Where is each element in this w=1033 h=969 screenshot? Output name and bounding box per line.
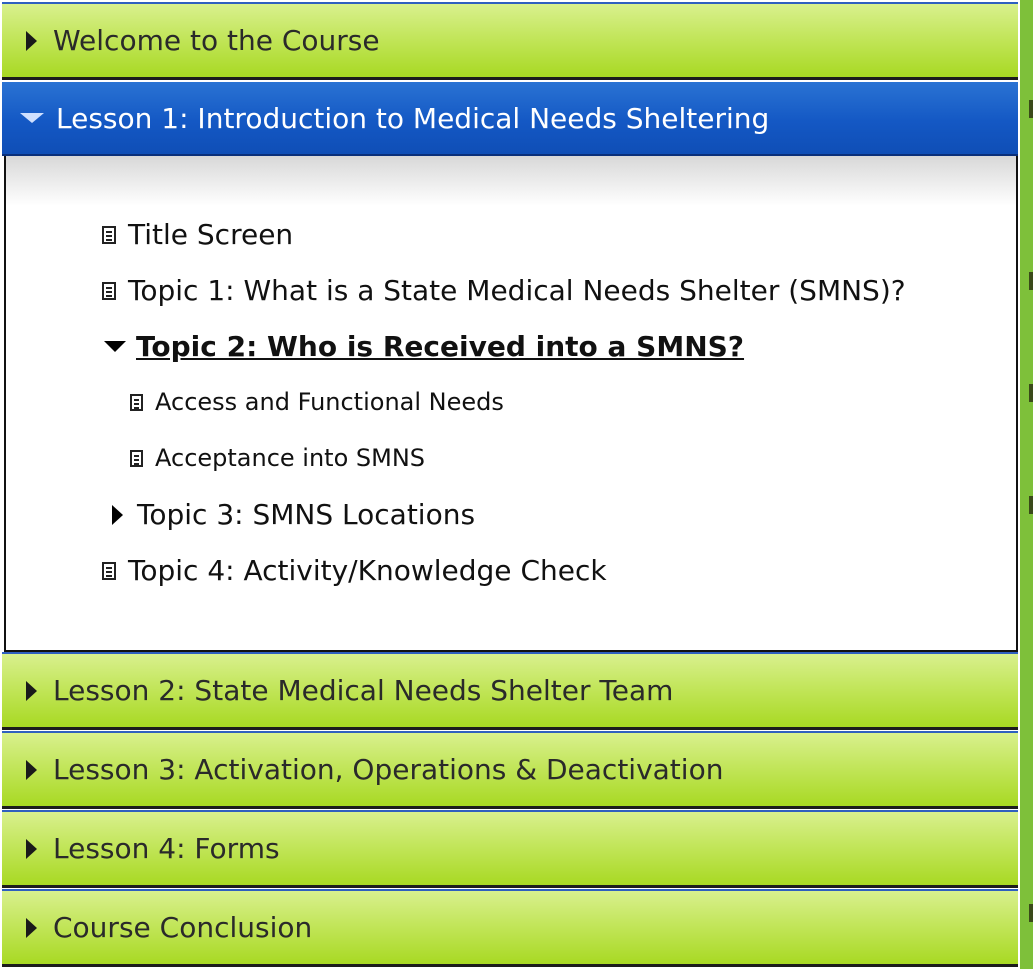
section-welcome-header[interactable]: Welcome to the Course [2, 2, 1018, 80]
expand-arrow-icon [26, 759, 37, 780]
expanded-triangle-icon [104, 341, 126, 352]
collapse-arrow-icon [20, 113, 44, 123]
edge-mark [1029, 100, 1033, 118]
edge-mark [1029, 384, 1033, 402]
edge-mark [1029, 496, 1033, 514]
section-lesson4-header[interactable]: Lesson 4: Forms [2, 810, 1018, 888]
expand-arrow-icon [26, 680, 37, 701]
menu-item-label: Acceptance into SMNS [155, 444, 426, 472]
menu-item-label: Topic 4: Activity/Knowledge Check [128, 554, 607, 587]
menu-item-topic-4[interactable]: Topic 4: Activity/Knowledge Check [102, 554, 607, 587]
edge-mark [1029, 272, 1033, 290]
page-icon [102, 561, 116, 580]
page-icon [102, 225, 116, 244]
collapsed-triangle-icon [112, 504, 123, 525]
section-lesson2-header[interactable]: Lesson 2: State Medical Needs Shelter Te… [2, 652, 1018, 730]
expand-arrow-icon [26, 30, 37, 51]
page-icon [130, 393, 143, 411]
menu-item-label-current: Topic 2: Who is Received into a SMNS? [136, 330, 745, 363]
page-icon [130, 449, 143, 467]
menu-item-label: Topic 1: What is a State Medical Needs S… [128, 274, 906, 307]
menu-item-topic-3[interactable]: Topic 3: SMNS Locations [102, 498, 475, 531]
menu-item-topic-2[interactable]: Topic 2: Who is Received into a SMNS? [102, 330, 744, 363]
lesson1-panel: Title Screen Topic 1: What is a State Me… [4, 156, 1018, 652]
section-lesson3-header[interactable]: Lesson 3: Activation, Operations & Deact… [2, 731, 1018, 809]
section-lesson1-label: Lesson 1: Introduction to Medical Needs … [56, 101, 770, 135]
page-icon [102, 281, 116, 300]
course-menu: Welcome to the Course Lesson 1: Introduc… [0, 0, 1020, 969]
menu-item-acceptance-into-smns[interactable]: Acceptance into SMNS [130, 444, 425, 472]
section-lesson1-header[interactable]: Lesson 1: Introduction to Medical Needs … [2, 82, 1018, 156]
edge-mark [1029, 904, 1033, 922]
menu-item-access-functional-needs[interactable]: Access and Functional Needs [130, 388, 504, 416]
menu-item-label: Topic 3: SMNS Locations [137, 498, 476, 531]
expand-arrow-icon [26, 838, 37, 859]
side-panel-edge [1020, 0, 1033, 969]
expand-arrow-icon [26, 917, 37, 938]
section-lesson4-label: Lesson 4: Forms [53, 832, 280, 865]
menu-item-label: Title Screen [128, 218, 294, 251]
menu-item-topic-1[interactable]: Topic 1: What is a State Medical Needs S… [102, 274, 906, 307]
section-conclusion-header[interactable]: Course Conclusion [2, 889, 1018, 967]
section-lesson3-label: Lesson 3: Activation, Operations & Deact… [53, 753, 724, 786]
section-conclusion-label: Course Conclusion [53, 911, 313, 944]
section-welcome-label: Welcome to the Course [53, 24, 380, 57]
section-lesson2-label: Lesson 2: State Medical Needs Shelter Te… [53, 674, 674, 707]
menu-item-label: Access and Functional Needs [155, 388, 504, 416]
menu-item-title-screen[interactable]: Title Screen [102, 218, 293, 251]
